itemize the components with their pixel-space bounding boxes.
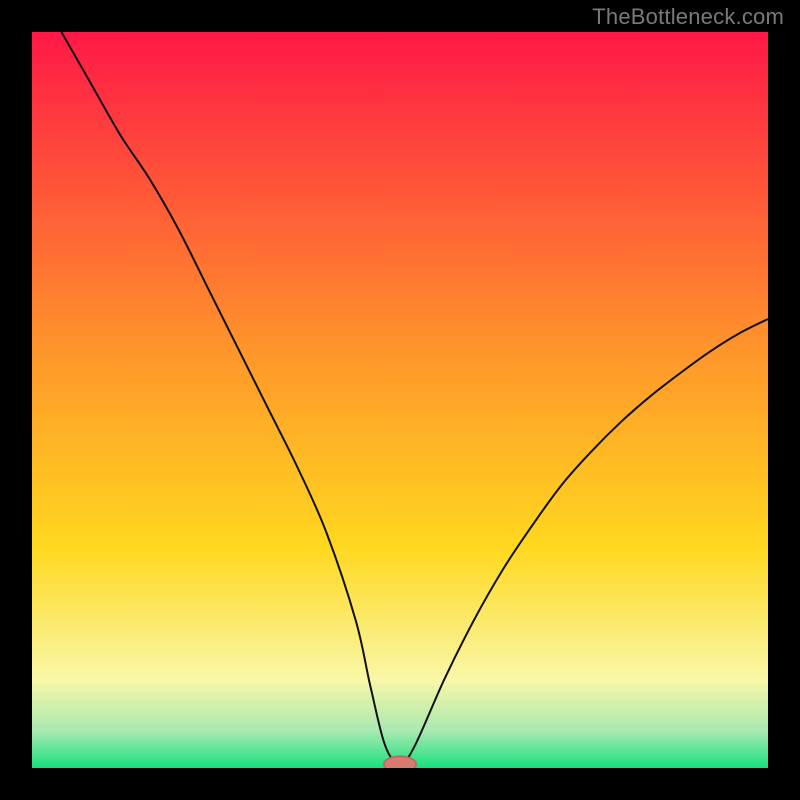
gradient-background [32, 32, 768, 768]
plot-area [32, 32, 768, 768]
minimum-marker [384, 756, 416, 768]
chart-frame: TheBottleneck.com [0, 0, 800, 800]
watermark-text: TheBottleneck.com [592, 4, 784, 30]
plot-svg [32, 32, 768, 768]
